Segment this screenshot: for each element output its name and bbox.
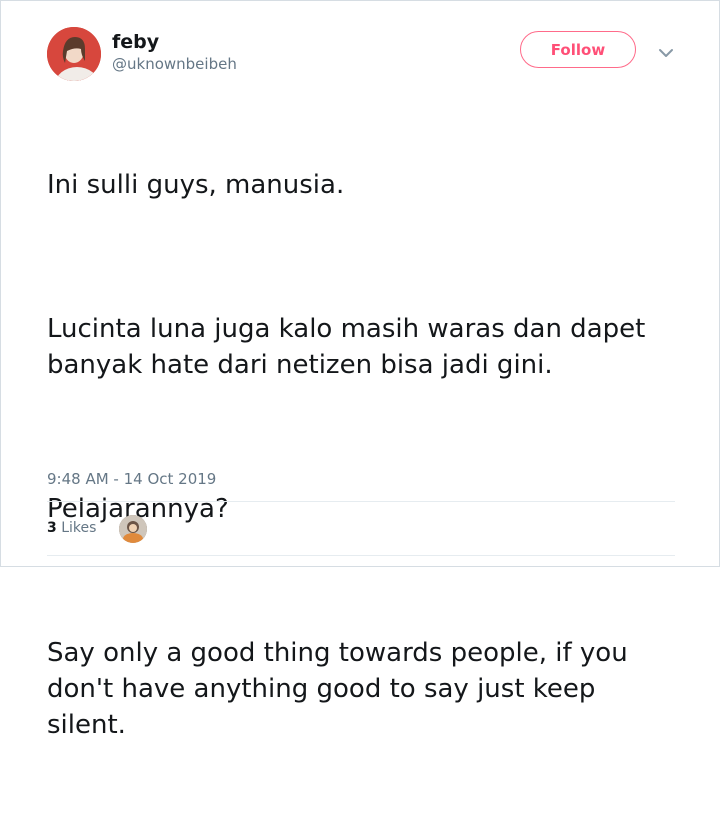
liker-avatar[interactable] (119, 515, 147, 543)
chevron-down-icon[interactable] (656, 43, 676, 63)
author-handle[interactable]: @uknownbeibeh (112, 55, 237, 73)
likes-count: 3 (47, 520, 57, 536)
tweet-paragraph: Ini sulli guys, manusia. (47, 170, 345, 200)
author-display-name[interactable]: feby (112, 31, 159, 53)
divider (47, 501, 675, 502)
likes-link[interactable]: 3 Likes (47, 520, 96, 536)
divider (47, 555, 675, 556)
follow-button[interactable]: Follow (520, 31, 636, 68)
tweet-paragraph: Lucinta luna juga kalo masih waras dan d… (47, 314, 646, 380)
tweet-timestamp[interactable]: 9:48 AM - 14 Oct 2019 (47, 470, 216, 488)
author-avatar[interactable] (47, 27, 101, 81)
tweet-card: feby @uknownbeibeh Follow Ini sulli guys… (0, 0, 720, 740)
likes-label: Likes (61, 520, 97, 536)
tweet-paragraph: Say only a good thing towards people, if… (47, 638, 628, 740)
tweet-text: Ini sulli guys, manusia. Lucinta luna ju… (47, 95, 687, 815)
